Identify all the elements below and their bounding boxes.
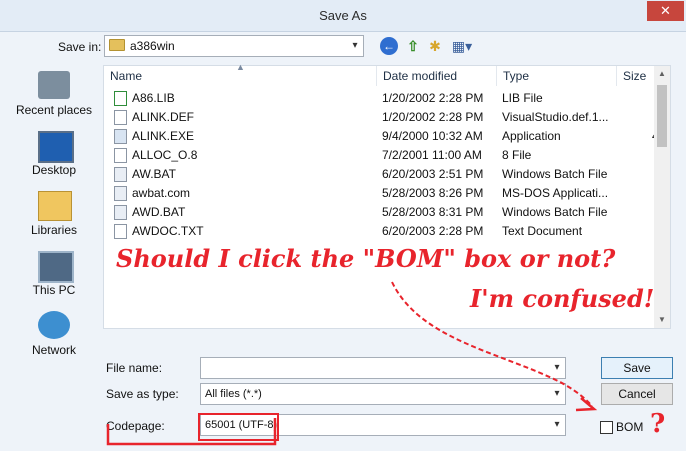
place-desktop[interactable]: Desktop	[8, 125, 100, 185]
file-date: 6/20/2003 2:28 PM	[382, 224, 484, 238]
column-header-date[interactable]: Date modified	[377, 66, 497, 86]
chevron-down-icon[interactable]: ▾	[549, 357, 565, 379]
file-name: ALLOC_O.8	[132, 148, 198, 162]
file-name: awbat.com	[132, 186, 191, 200]
place-network[interactable]: Network	[8, 305, 100, 365]
codepage-value: 65001 (UTF-8)	[205, 419, 278, 431]
folder-icon	[109, 39, 125, 51]
close-button[interactable]: ✕	[647, 1, 684, 21]
file-row[interactable]: AWD.BAT 5/28/2003 8:31 PM Windows Batch …	[104, 203, 656, 222]
file-date: 1/20/2002 2:28 PM	[382, 91, 484, 105]
places-bar: Recent places Desktop Libraries This PC …	[8, 65, 100, 365]
bat-file-icon	[114, 167, 127, 182]
scroll-up-icon[interactable]: ▲	[654, 66, 670, 82]
desktop-icon	[38, 131, 74, 163]
annotation-question-mark: ?	[650, 409, 666, 439]
scroll-down-icon[interactable]: ▼	[654, 312, 670, 328]
place-label: Recent places	[15, 103, 93, 117]
lib-file-icon	[114, 91, 127, 106]
file-type: 8 File	[502, 148, 532, 162]
chevron-down-icon[interactable]: ▾	[549, 414, 565, 436]
file-date: 5/28/2003 8:26 PM	[382, 186, 484, 200]
chevron-down-icon[interactable]: ▾	[549, 383, 565, 405]
save-as-type-label: Save as type:	[106, 387, 179, 401]
bom-label[interactable]: BOM	[616, 418, 643, 436]
scrollbar-thumb[interactable]	[657, 85, 667, 147]
recent-places-icon	[38, 71, 70, 99]
file-type: Windows Batch File	[502, 205, 608, 219]
file-date: 5/28/2003 8:31 PM	[382, 205, 484, 219]
file-icon	[114, 110, 127, 125]
save-as-type-value: All files (*.*)	[205, 388, 262, 400]
save-in-label: Save in:	[58, 40, 102, 54]
file-name-label: File name:	[106, 361, 163, 375]
views-menu-icon[interactable]: ▦▾	[450, 37, 474, 55]
column-header-size[interactable]: Size	[617, 66, 657, 86]
file-type: MS-DOS Applicati...	[502, 186, 609, 200]
up-folder-icon[interactable]: ⇧	[404, 37, 422, 55]
file-row[interactable]: ALINK.EXE 9/4/2000 10:32 AM Application …	[104, 127, 659, 146]
chevron-down-icon[interactable]: ▾	[347, 35, 363, 57]
file-name: A86.LIB	[132, 91, 175, 105]
file-name: ALINK.DEF	[132, 110, 195, 124]
file-type: Application	[502, 129, 561, 143]
file-row[interactable]: A86.LIB 1/20/2002 2:28 PM LIB File	[104, 89, 656, 108]
file-date: 9/4/2000 10:32 AM	[382, 129, 483, 143]
file-date: 1/20/2002 2:28 PM	[382, 110, 484, 124]
codepage-label: Codepage:	[106, 419, 165, 433]
annotation-question: Should I click the "BOM" box or not?	[116, 244, 616, 273]
file-type: Text Document	[502, 224, 583, 238]
libraries-icon	[38, 191, 72, 221]
text-file-icon	[114, 224, 127, 239]
file-date: 7/2/2001 11:00 AM	[382, 148, 482, 162]
file-name: AWDOC.TXT	[132, 224, 204, 238]
place-label: Libraries	[30, 223, 78, 237]
place-this-pc[interactable]: This PC	[8, 245, 100, 305]
back-icon[interactable]: ←	[380, 37, 398, 55]
bom-checkbox[interactable]	[600, 421, 613, 434]
column-header-type[interactable]: Type	[497, 66, 617, 86]
file-row[interactable]: AWDOC.TXT 6/20/2003 2:28 PM Text Documen…	[104, 222, 656, 241]
place-label: This PC	[32, 283, 76, 297]
file-row[interactable]: AW.BAT 6/20/2003 2:51 PM Windows Batch F…	[104, 165, 656, 184]
window-title: Save As	[319, 8, 367, 23]
annotation-confused: I'm confused!	[470, 284, 655, 313]
file-row[interactable]: awbat.com 5/28/2003 8:26 PM MS-DOS Appli…	[104, 184, 656, 203]
file-name: ALINK.EXE	[132, 129, 195, 143]
file-row[interactable]: ALINK.DEF 1/20/2002 2:28 PM VisualStudio…	[104, 108, 656, 127]
cancel-button[interactable]: Cancel	[601, 383, 673, 405]
save-button[interactable]: Save	[601, 357, 673, 379]
file-row[interactable]: ALLOC_O.8 7/2/2001 11:00 AM 8 File	[104, 146, 656, 165]
com-file-icon	[114, 186, 127, 201]
file-icon	[114, 148, 127, 163]
file-name: AWD.BAT	[132, 205, 186, 219]
file-type: VisualStudio.def.1...	[502, 110, 609, 124]
bat-file-icon	[114, 205, 127, 220]
new-folder-icon[interactable]: ✱	[426, 37, 444, 55]
place-label: Network	[31, 343, 76, 357]
save-in-value: a386win	[130, 39, 175, 53]
this-pc-icon	[38, 251, 74, 283]
place-libraries[interactable]: Libraries	[8, 185, 100, 245]
network-icon	[38, 311, 70, 339]
file-type: LIB File	[502, 91, 543, 105]
place-recent-places[interactable]: Recent places	[8, 65, 100, 125]
exe-file-icon	[114, 129, 127, 144]
sort-ascending-icon: ▲	[236, 62, 245, 72]
file-date: 6/20/2003 2:51 PM	[382, 167, 484, 181]
file-name: AW.BAT	[132, 167, 177, 181]
file-name-field[interactable]	[200, 357, 566, 379]
place-label: Desktop	[31, 163, 77, 177]
file-type: Windows Batch File	[502, 167, 608, 181]
